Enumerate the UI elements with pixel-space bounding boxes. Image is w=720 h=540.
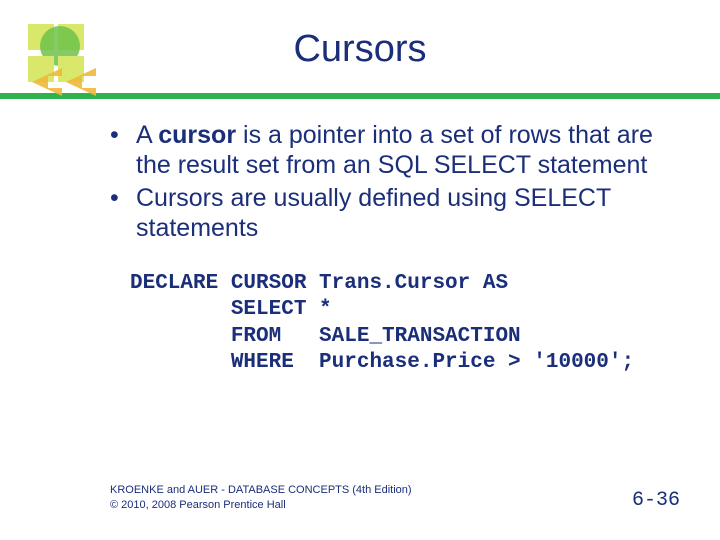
list-item: A cursor is a pointer into a set of rows… [110,121,680,180]
bold-text: cursor [158,121,236,149]
slide-footer: KROENKE and AUER - DATABASE CONCEPTS (4t… [110,483,680,512]
code-line: FROM SALE_TRANSACTION [130,325,521,348]
slide-body: A cursor is a pointer into a set of rows… [0,99,720,376]
code-line: SELECT * [130,298,332,321]
bullet-list: A cursor is a pointer into a set of rows… [110,121,680,243]
slide-title: Cursors [0,0,720,71]
attribution-line: KROENKE and AUER - DATABASE CONCEPTS (4t… [110,483,412,497]
code-line: DECLARE CURSOR Trans.Cursor AS [130,272,508,295]
slide-logo [18,18,108,108]
attribution: KROENKE and AUER - DATABASE CONCEPTS (4t… [110,483,412,512]
code-block: DECLARE CURSOR Trans.Cursor AS SELECT * … [110,271,680,376]
attribution-line: © 2010, 2008 Pearson Prentice Hall [110,498,412,512]
page-number: 6-36 [632,489,680,512]
text: A [136,121,158,149]
text: Cursors are usually defined using SELECT… [136,184,611,242]
code-line: WHERE Purchase.Price > '10000'; [130,351,634,374]
list-item: Cursors are usually defined using SELECT… [110,184,680,243]
